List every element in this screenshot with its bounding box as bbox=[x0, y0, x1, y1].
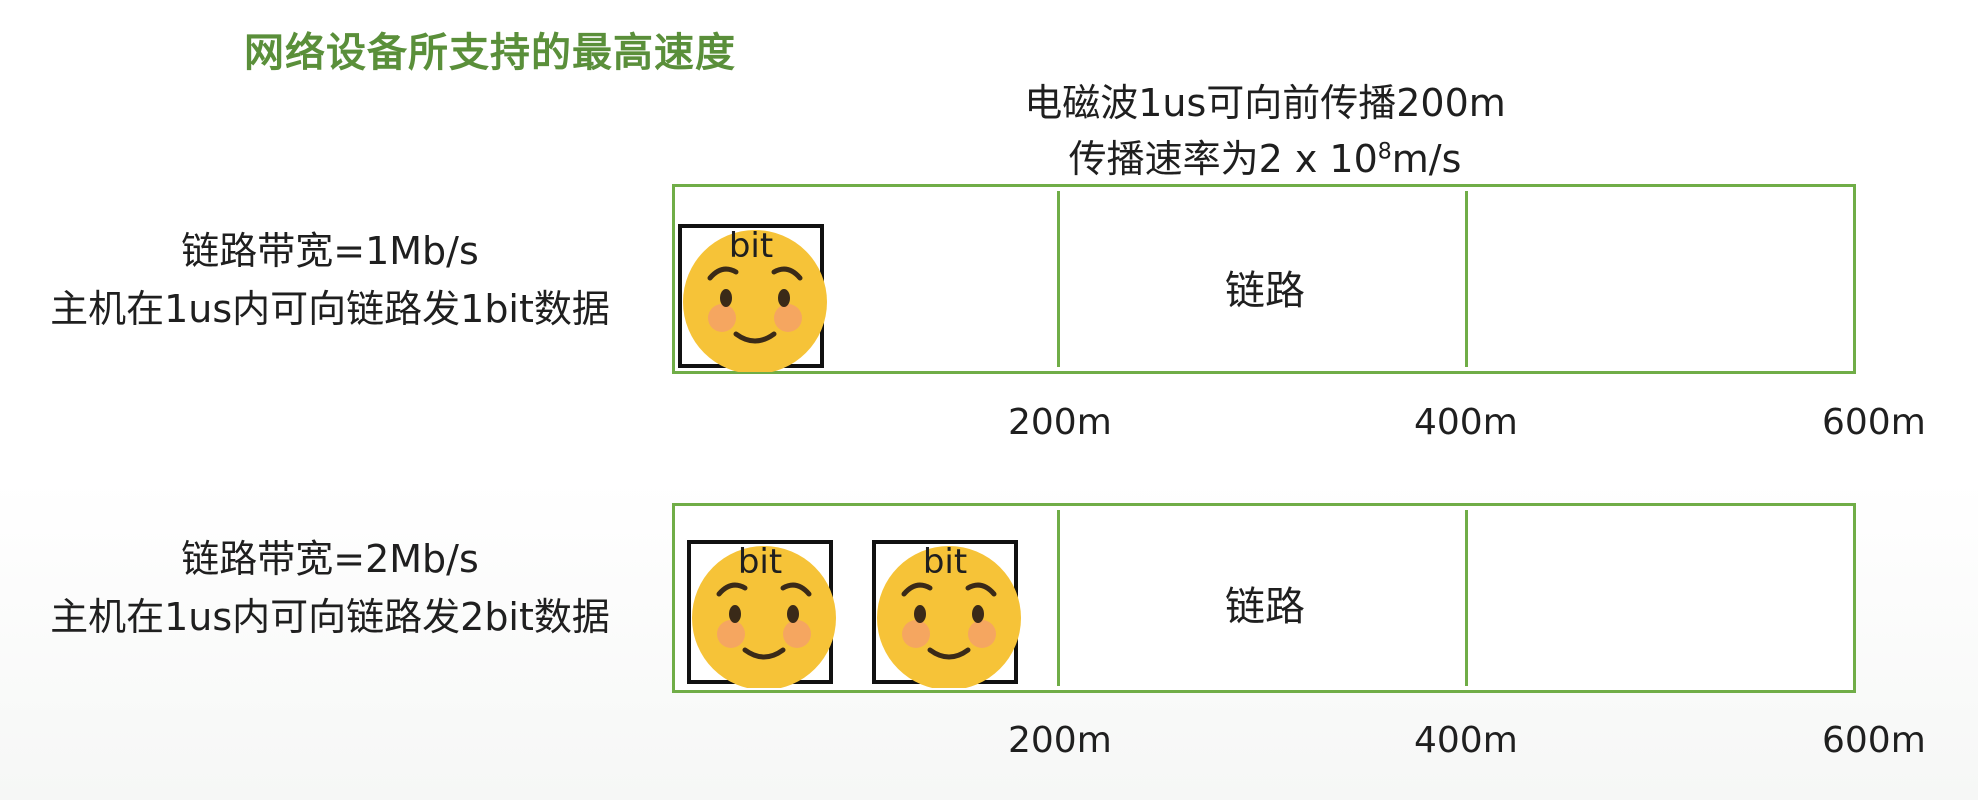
row2-bandwidth-label: 链路带宽=2Mb/s bbox=[181, 537, 479, 581]
row1-divider-200m bbox=[1057, 191, 1060, 367]
row2-bit-1: bit bbox=[687, 540, 836, 688]
row1-bit-1: bit bbox=[678, 224, 827, 372]
propagation-rate-text: 传播速率为2 x 10 bbox=[1068, 137, 1378, 181]
row2-distance-200m: 200m bbox=[1008, 720, 1112, 761]
row2-send-rate-label: 主机在1us内可向链路发2bit数据 bbox=[50, 595, 610, 639]
propagation-rate-unit: m/s bbox=[1391, 137, 1462, 181]
row2-distance-400m: 400m bbox=[1414, 720, 1518, 761]
row1-link-label: 链路 bbox=[1225, 268, 1305, 314]
row2-bit-1-label: bit bbox=[737, 542, 783, 582]
row1-bit-1-label: bit bbox=[728, 226, 774, 266]
row1-bandwidth-label: 链路带宽=1Mb/s bbox=[181, 229, 479, 273]
row1-divider-400m bbox=[1465, 191, 1468, 367]
row2-description: 链路带宽=2Mb/s 主机在1us内可向链路发2bit数据 bbox=[0, 530, 660, 646]
row2-divider-200m bbox=[1057, 510, 1060, 686]
row2-bit-2: bit bbox=[872, 540, 1021, 688]
row1-distance-200m: 200m bbox=[1008, 402, 1112, 443]
row1-distance-600m: 600m bbox=[1822, 402, 1926, 443]
row2-link-label: 链路 bbox=[1225, 584, 1305, 630]
propagation-note-line2: 传播速率为2 x 108m/s bbox=[985, 128, 1545, 183]
row2-distance-600m: 600m bbox=[1822, 720, 1926, 761]
row1-distance-400m: 400m bbox=[1414, 402, 1518, 443]
propagation-note-line1: 电磁波1us可向前传播200m bbox=[1024, 81, 1506, 125]
page-title: 网络设备所支持的最高速度 bbox=[244, 30, 736, 76]
row2-bit-2-label: bit bbox=[922, 542, 968, 582]
propagation-rate-exponent: 8 bbox=[1377, 139, 1392, 165]
row1-send-rate-label: 主机在1us内可向链路发1bit数据 bbox=[50, 287, 610, 331]
row2-divider-400m bbox=[1465, 510, 1468, 686]
row1-description: 链路带宽=1Mb/s 主机在1us内可向链路发1bit数据 bbox=[0, 222, 660, 338]
